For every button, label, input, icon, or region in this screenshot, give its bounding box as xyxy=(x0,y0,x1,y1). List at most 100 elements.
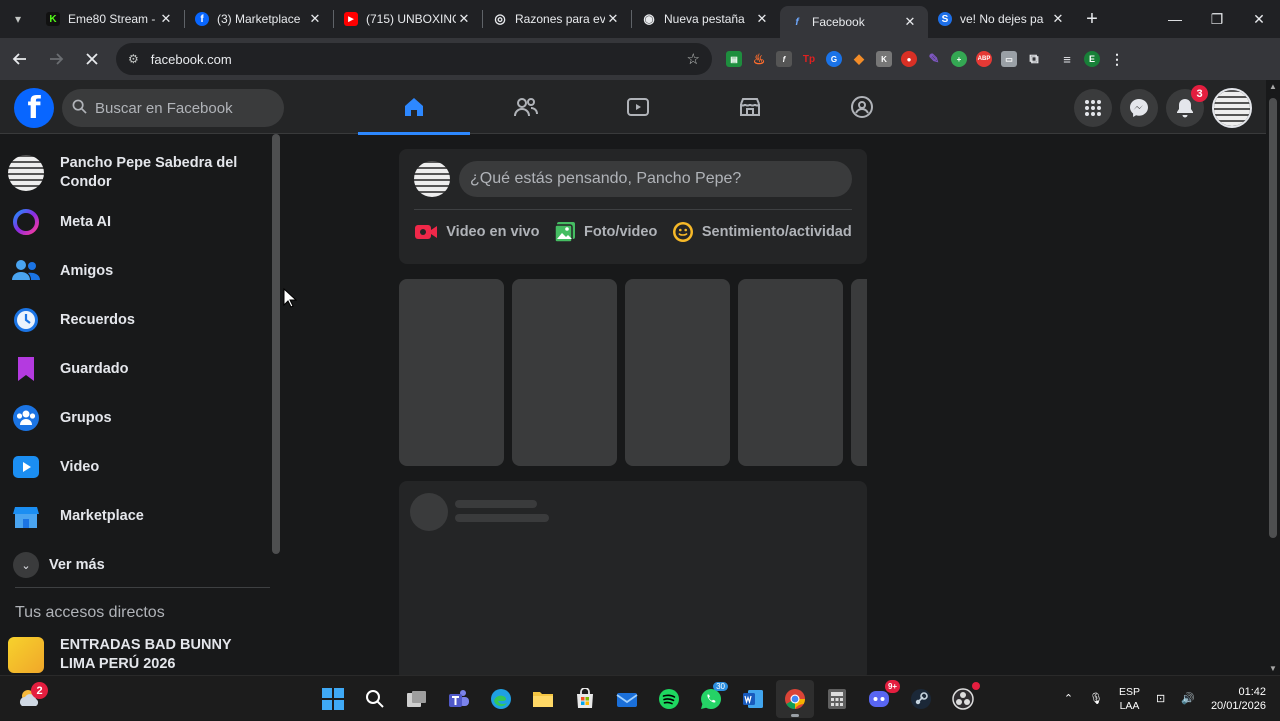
story-placeholder[interactable] xyxy=(512,279,617,466)
extension-doc-icon[interactable]: ▭ xyxy=(1001,51,1017,67)
photo-video-button[interactable]: Foto/video xyxy=(554,221,657,243)
browser-menu-icon[interactable]: ⋮ xyxy=(1109,51,1125,67)
extension-tp-icon[interactable]: Tp xyxy=(801,51,817,67)
extension-fire-icon[interactable]: ♨ xyxy=(751,51,767,67)
sidebar-item-video[interactable]: Video xyxy=(8,449,270,485)
sidebar-see-more[interactable]: ⌄ Ver más xyxy=(8,547,270,583)
site-info-icon[interactable]: ⚙ xyxy=(128,52,139,66)
back-icon[interactable] xyxy=(4,43,36,75)
browser-tab-active[interactable]: f Facebook ✕ xyxy=(780,6,928,38)
extension-k-icon[interactable]: K xyxy=(876,51,892,67)
messenger-button[interactable] xyxy=(1120,89,1158,127)
file-explorer-app[interactable] xyxy=(524,680,562,718)
chrome-app[interactable] xyxy=(776,680,814,718)
sidebar-item-guardado[interactable]: Guardado xyxy=(8,351,270,387)
restore-icon[interactable]: ❐ xyxy=(1196,0,1238,38)
extension-feather-icon[interactable]: ✎ xyxy=(926,51,942,67)
extension-fox-icon[interactable]: ◆ xyxy=(851,51,867,67)
network-icon[interactable]: ⊡ xyxy=(1156,692,1165,705)
task-view-button[interactable] xyxy=(398,680,436,718)
tab-marketplace[interactable] xyxy=(694,80,806,134)
discord-app[interactable]: 9+ xyxy=(860,680,900,718)
word-app[interactable] xyxy=(734,680,772,718)
microphone-icon[interactable]: 🎙 xyxy=(1089,692,1103,705)
tab-video[interactable] xyxy=(582,80,694,134)
extension-red-shield-icon[interactable]: ● xyxy=(901,51,917,67)
whatsapp-app[interactable]: 30 xyxy=(692,680,730,718)
obs-app[interactable] xyxy=(944,680,982,718)
search-input[interactable] xyxy=(95,99,275,117)
browser-tab[interactable]: S ve! No dejes pa ✕ xyxy=(928,0,1076,38)
browser-tab[interactable]: ◎ Razones para ev ✕ xyxy=(483,0,631,38)
live-video-button[interactable]: Video en vivo xyxy=(414,221,539,243)
shortcut-item[interactable]: ENTRADAS BAD BUNNY LIMA PERÚ 2026 xyxy=(8,636,270,674)
notifications-button[interactable]: 3 xyxy=(1166,85,1208,127)
facebook-logo-icon[interactable]: f xyxy=(14,88,54,128)
story-placeholder[interactable] xyxy=(738,279,843,466)
extension-plus-icon[interactable]: + xyxy=(951,51,967,67)
volume-icon[interactable]: 🔊 xyxy=(1181,692,1195,705)
close-window-icon[interactable]: ✕ xyxy=(1238,0,1280,38)
tab-home[interactable] xyxy=(358,80,470,135)
chevron-up-icon[interactable]: ⌃ xyxy=(1064,692,1073,705)
tab-groups[interactable] xyxy=(806,80,918,134)
extension-sheets-icon[interactable]: ▤ xyxy=(726,51,742,67)
clock[interactable]: 01:42 20/01/2026 xyxy=(1211,685,1266,713)
address-bar[interactable]: ⚙ facebook.com ☆ xyxy=(116,43,712,75)
close-tab-icon[interactable]: ✕ xyxy=(158,11,174,27)
story-placeholder[interactable] xyxy=(851,279,867,466)
taskbar-search-button[interactable] xyxy=(356,680,394,718)
mail-app[interactable] xyxy=(608,680,646,718)
facebook-search[interactable] xyxy=(62,89,284,127)
sidebar-scrollbar[interactable] xyxy=(272,134,280,554)
sidebar-item-meta-ai[interactable]: Meta AI xyxy=(8,204,270,240)
scrollbar-thumb[interactable] xyxy=(1269,98,1277,538)
feeling-activity-button[interactable]: Sentimiento/actividad xyxy=(672,221,852,243)
bookmark-star-icon[interactable]: ☆ xyxy=(687,50,700,68)
close-tab-icon[interactable]: ✕ xyxy=(902,14,918,30)
start-button[interactable] xyxy=(314,680,352,718)
close-tab-icon[interactable]: ✕ xyxy=(1050,11,1066,27)
sidebar-item-amigos[interactable]: Amigos xyxy=(8,253,270,289)
browser-tab[interactable]: K Eme80 Stream - ✕ xyxy=(36,0,184,38)
forward-icon[interactable] xyxy=(40,43,72,75)
calculator-app[interactable] xyxy=(818,680,856,718)
sidebar-item-recuerdos[interactable]: Recuerdos xyxy=(8,302,270,338)
tab-friends[interactable] xyxy=(470,80,582,134)
page-scrollbar[interactable]: ▲ ▼ xyxy=(1266,80,1280,675)
edge-app[interactable] xyxy=(482,680,520,718)
steam-app[interactable] xyxy=(902,680,940,718)
stop-loading-icon[interactable] xyxy=(76,43,108,75)
browser-tab[interactable]: f (3) Marketplace ✕ xyxy=(185,0,333,38)
composer-input[interactable]: ¿Qué estás pensando, Pancho Pepe? xyxy=(459,161,852,197)
minimize-icon[interactable]: — xyxy=(1154,0,1196,38)
spotify-app[interactable] xyxy=(650,680,688,718)
new-tab-button[interactable]: + xyxy=(1076,8,1108,31)
account-avatar[interactable] xyxy=(1212,88,1252,128)
scroll-up-icon[interactable]: ▲ xyxy=(1269,82,1277,91)
profile-avatar-icon[interactable]: E xyxy=(1084,51,1100,67)
browser-tab[interactable]: ▶ (715) UNBOXING ✕ xyxy=(334,0,482,38)
extension-blue-circle-icon[interactable]: G xyxy=(826,51,842,67)
story-placeholder[interactable] xyxy=(399,279,504,466)
story-placeholder[interactable] xyxy=(625,279,730,466)
language-indicator[interactable]: ESP LAA xyxy=(1119,685,1140,713)
store-app[interactable] xyxy=(566,680,604,718)
browser-tab[interactable]: ◉ Nueva pestaña ✕ xyxy=(632,0,780,38)
close-tab-icon[interactable]: ✕ xyxy=(754,11,770,27)
scroll-down-icon[interactable]: ▼ xyxy=(1269,664,1277,673)
extensions-puzzle-icon[interactable]: ⧉ xyxy=(1026,51,1042,67)
close-tab-icon[interactable]: ✕ xyxy=(307,11,323,27)
teams-app[interactable] xyxy=(440,680,478,718)
sidebar-item-profile[interactable]: Pancho Pepe Sabedra del Condor xyxy=(8,154,270,192)
close-tab-icon[interactable]: ✕ xyxy=(456,11,472,27)
weather-widget[interactable]: 2 xyxy=(16,682,48,712)
close-tab-icon[interactable]: ✕ xyxy=(605,11,621,27)
menu-grid-button[interactable] xyxy=(1074,89,1112,127)
sidebar-item-marketplace[interactable]: Marketplace xyxy=(8,498,270,534)
media-queue-icon[interactable]: ≡ xyxy=(1059,51,1075,67)
extension-adblock-icon[interactable]: ABP xyxy=(976,51,992,67)
tab-search-button[interactable]: ▾ xyxy=(0,0,36,38)
sidebar-item-grupos[interactable]: Grupos xyxy=(8,400,270,436)
extension-script-icon[interactable]: f xyxy=(776,51,792,67)
